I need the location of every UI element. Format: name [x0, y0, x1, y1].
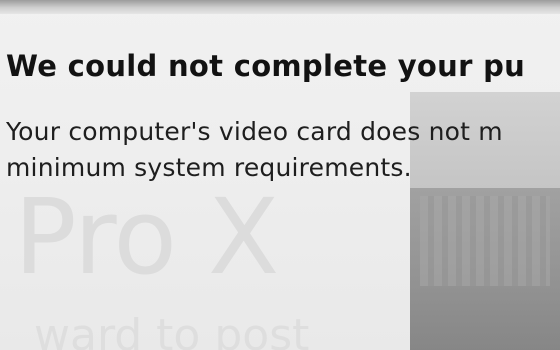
window-titlebar	[0, 0, 560, 14]
background-product-name: Pro X	[14, 176, 279, 298]
dialog-message-line-1: Your computer's video card does not m	[6, 117, 503, 146]
dialog-message: Your computer's video card does not m mi…	[6, 114, 560, 186]
alert-dialog: Pro X ward to post We could not complete…	[0, 0, 560, 350]
background-tagline: ward to post	[34, 310, 310, 350]
dialog-title: We could not complete your pu	[6, 49, 526, 83]
dialog-message-line-2: minimum system requirements.	[6, 153, 412, 182]
